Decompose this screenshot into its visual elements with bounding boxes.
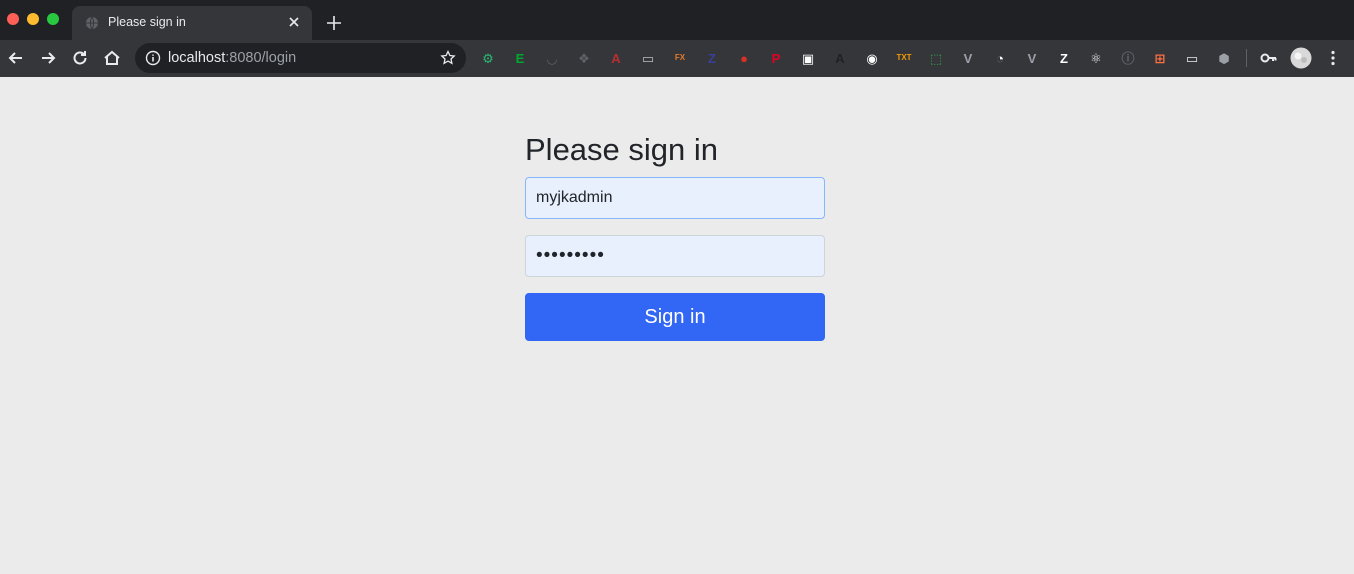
address-bar[interactable]: localhost:8080/login (135, 43, 466, 73)
pocket-icon[interactable]: ◡ (543, 49, 561, 67)
maximize-window-button[interactable] (47, 13, 59, 25)
extension-5-icon[interactable]: ▭ (639, 49, 657, 67)
url-path: :8080/login (225, 50, 297, 66)
vue-2-icon[interactable]: V (1023, 49, 1041, 67)
extension-22-icon[interactable]: ▭ (1183, 49, 1201, 67)
browser-toolbar: localhost:8080/login ⚙ E ◡ ❖ A ▭ FX Z ● P ▣ A ◉ TXT ⬚ V… (0, 40, 1354, 77)
vue-icon[interactable]: V (959, 49, 977, 67)
extension-21-icon[interactable]: ⊞ (1151, 49, 1169, 67)
username-input[interactable] (525, 177, 825, 219)
tab-title: Please sign in (108, 15, 186, 29)
extension-10-icon[interactable]: ▣ (799, 49, 817, 67)
extension-18-icon[interactable]: Z (1055, 49, 1073, 67)
react-icon[interactable]: ⚛ (1087, 49, 1105, 67)
arrow-right-icon[interactable] (38, 48, 58, 68)
evernote-icon[interactable]: E (511, 49, 529, 67)
page-title: Please sign in (525, 132, 719, 167)
avatar[interactable] (1290, 47, 1312, 69)
extension-20-icon[interactable]: ⓘ (1119, 49, 1137, 67)
plus-icon[interactable] (325, 14, 343, 32)
extension-13-icon[interactable]: TXT (895, 49, 913, 67)
dropbox-icon[interactable]: ❖ (575, 49, 593, 67)
globe-icon (86, 16, 98, 30)
url-text: localhost:8080/login (168, 50, 296, 66)
minimize-window-button[interactable] (27, 13, 39, 25)
info-icon[interactable] (145, 50, 161, 66)
extension-8-icon[interactable]: ● (735, 49, 753, 67)
extension-1-icon[interactable]: ⚙ (479, 49, 497, 67)
login-form: Please sign in Sign in (525, 131, 825, 341)
pinterest-icon[interactable]: P (767, 49, 785, 67)
arrow-left-icon[interactable] (6, 48, 26, 68)
tab-strip: Please sign in (0, 0, 1354, 40)
url-host: localhost (168, 50, 226, 66)
close-icon[interactable] (286, 14, 302, 30)
password-input[interactable] (525, 235, 825, 277)
toolbar-divider (1246, 49, 1247, 67)
extension-16-icon[interactable]: ◔ (991, 49, 1009, 67)
extension-12-icon[interactable]: ◉ (863, 49, 881, 67)
star-icon[interactable] (440, 50, 456, 66)
sign-in-button[interactable]: Sign in (525, 293, 825, 341)
zotero-icon[interactable]: Z (703, 49, 721, 67)
extension-11-icon[interactable]: A (831, 49, 849, 67)
key-icon[interactable] (1259, 48, 1279, 68)
extension-14-icon[interactable]: ⬚ (927, 49, 945, 67)
more-vertical-icon[interactable] (1323, 48, 1343, 68)
tab-active[interactable]: Please sign in (72, 6, 312, 40)
home-icon[interactable] (102, 48, 122, 68)
close-window-button[interactable] (7, 13, 19, 25)
extension-6-icon[interactable]: FX (671, 49, 689, 67)
angular-icon[interactable]: A (607, 49, 625, 67)
reload-icon[interactable] (70, 48, 90, 68)
extension-23-icon[interactable]: ⬢ (1215, 49, 1233, 67)
